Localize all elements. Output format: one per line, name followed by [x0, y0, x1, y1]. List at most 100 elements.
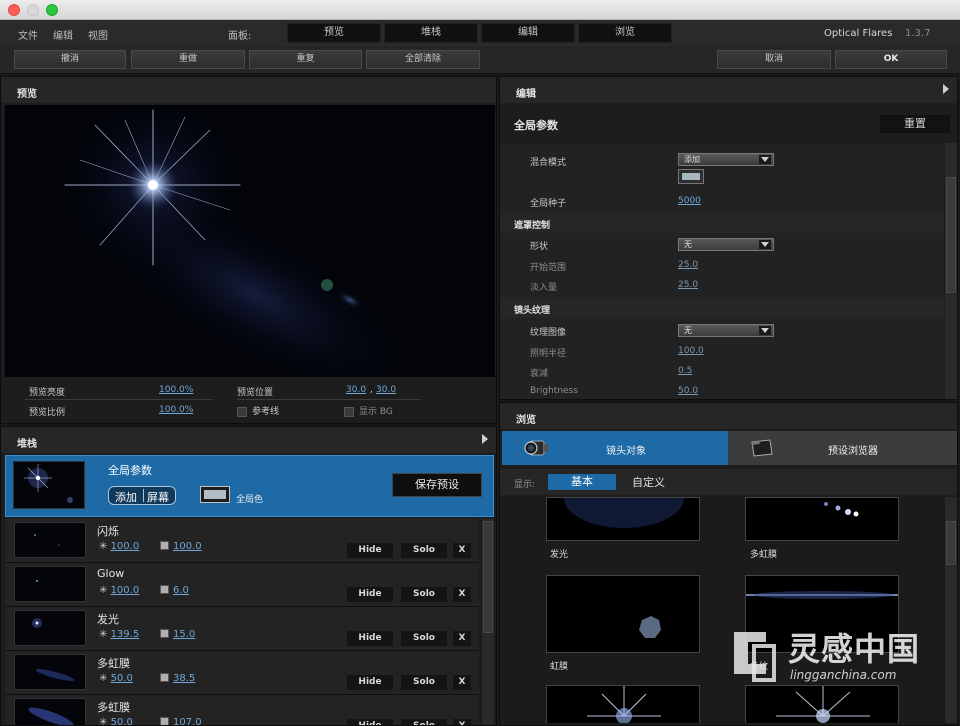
stack-row[interactable]: 发光 ✳ 139.5 15.0 Hide Solo X [5, 607, 479, 651]
remove-button[interactable]: X [453, 719, 471, 725]
mode-add-option[interactable]: 添加 [115, 489, 137, 505]
global-seed-value[interactable]: 5000 [678, 196, 701, 206]
lens-object-glow[interactable] [546, 497, 700, 541]
clear-all-button[interactable]: 全部清除 [366, 50, 480, 69]
guides-checkbox[interactable] [237, 406, 247, 417]
lens-object-streak[interactable] [745, 575, 899, 653]
tab-preset-browser[interactable]: 预设浏览器 [728, 431, 957, 465]
menu-view[interactable]: 视图 [88, 27, 108, 42]
edit-panel-expand-icon[interactable] [943, 84, 949, 94]
remove-button[interactable]: X [453, 587, 471, 602]
ok-button[interactable]: OK [835, 50, 947, 69]
light-radius-value[interactable]: 100.0 [678, 346, 704, 356]
start-range-value[interactable]: 25.0 [678, 260, 698, 270]
stack-row-scale[interactable]: 6.0 [160, 585, 189, 596]
solo-button[interactable]: Solo [401, 719, 447, 725]
preview-brightness-value[interactable]: 100.0% [159, 385, 193, 395]
hide-button[interactable]: Hide [347, 543, 393, 558]
solo-button[interactable]: Solo [401, 675, 447, 690]
stack-row-scale[interactable]: 100.0 [160, 541, 202, 552]
undo-button[interactable]: 撤消 [14, 50, 126, 69]
lens-object-star[interactable] [546, 685, 700, 723]
stack-row[interactable]: 闪烁 ✳ 100.0 100.0 Hide Solo X [5, 519, 479, 563]
stack-row-brightness[interactable]: ✳ 100.0 [99, 541, 139, 552]
preview-scale-value[interactable]: 100.0% [159, 405, 193, 415]
stack-panel-expand-icon[interactable] [482, 434, 488, 444]
texture-image-dropdown[interactable]: 无 [678, 324, 774, 337]
preview-position-x[interactable]: 30.0 [346, 385, 366, 395]
close-window-button[interactable] [8, 4, 20, 16]
filter-basic[interactable]: 基本 [548, 474, 616, 490]
fade-value[interactable]: 25.0 [678, 280, 698, 290]
preview-position-y[interactable]: 30.0 [376, 385, 396, 395]
remove-button[interactable]: X [453, 631, 471, 646]
stack-row-thumbnail [14, 654, 86, 690]
lens-object-multi-iris[interactable] [745, 497, 899, 541]
global-params-thumbnail [13, 461, 85, 509]
stack-row-brightness[interactable]: ✳ 50.0 [99, 717, 133, 725]
scale-icon [160, 673, 169, 682]
stack-row-brightness[interactable]: ✳ 139.5 [99, 629, 139, 640]
repeat-button[interactable]: 重复 [249, 50, 362, 69]
shape-value: 无 [684, 240, 692, 249]
mode-screen-option[interactable]: 屏幕 [147, 489, 169, 505]
global-color-swatch[interactable] [200, 486, 230, 503]
hide-button[interactable]: Hide [347, 631, 393, 646]
menu-edit[interactable]: 编辑 [53, 27, 73, 42]
hide-button[interactable]: Hide [347, 587, 393, 602]
save-preset-button[interactable]: 保存预设 [392, 473, 482, 497]
browse-scrollbar-thumb[interactable] [946, 521, 956, 565]
scale-icon [160, 629, 169, 638]
zoom-window-button[interactable] [46, 4, 58, 16]
brightness-value[interactable]: 50.0 [678, 386, 698, 396]
stack-row[interactable]: Glow ✳ 100.0 6.0 Hide Solo X [5, 563, 479, 607]
blend-mode-dropdown[interactable]: 添加 [678, 153, 774, 166]
stack-row-scale[interactable]: 107.0 [160, 717, 202, 725]
panel-button-edit[interactable]: 编辑 [481, 23, 575, 43]
stack-row-scale[interactable]: 38.5 [160, 673, 195, 684]
solo-button[interactable]: Solo [401, 587, 447, 602]
show-bg-toggle[interactable]: 显示 BG [344, 404, 393, 417]
stack-row-brightness[interactable]: ✳ 100.0 [99, 585, 139, 596]
shape-dropdown[interactable]: 无 [678, 238, 774, 251]
cancel-button[interactable]: 取消 [717, 50, 831, 69]
blend-mode-toggle[interactable]: 添加 屏幕 [108, 486, 176, 505]
menu-file[interactable]: 文件 [18, 27, 38, 42]
panel-button-browse[interactable]: 浏览 [578, 23, 672, 43]
hide-button[interactable]: Hide [347, 719, 393, 725]
edit-scrollbar-thumb[interactable] [946, 177, 956, 293]
stack-scrollbar-thumb[interactable] [483, 521, 493, 633]
edit-scrollbar[interactable] [945, 143, 957, 399]
stack-row-brightness[interactable]: ✳ 50.0 [99, 673, 133, 684]
falloff-value[interactable]: 0.5 [678, 366, 692, 376]
reset-button[interactable]: 重置 [880, 115, 950, 133]
solo-button[interactable]: Solo [401, 631, 447, 646]
stack-scrollbar[interactable] [482, 519, 494, 725]
preview-canvas[interactable] [5, 105, 495, 377]
panel-button-stack[interactable]: 堆栈 [384, 23, 478, 43]
stack-row[interactable]: 多虹膜 ✳ 50.0 107.0 Hide Solo X [5, 695, 479, 725]
remove-button[interactable]: X [453, 675, 471, 690]
minimize-window-button[interactable] [27, 4, 39, 16]
remove-button[interactable]: X [453, 543, 471, 558]
browse-scrollbar[interactable] [945, 497, 957, 723]
chevron-down-icon [759, 155, 771, 164]
shape-label: 形状 [530, 242, 549, 252]
filter-custom[interactable]: 自定义 [632, 474, 665, 490]
solo-button[interactable]: Solo [401, 543, 447, 558]
lens-object-star-2[interactable] [745, 685, 899, 723]
stack-row-scale[interactable]: 15.0 [160, 629, 195, 640]
blend-color-swatch[interactable] [678, 169, 704, 184]
stack-row[interactable]: 多虹膜 ✳ 50.0 38.5 Hide Solo X [5, 651, 479, 695]
global-params-item[interactable]: 全局参数 添加 屏幕 全局色 保存预设 [5, 455, 494, 517]
lens-object-iris[interactable] [546, 575, 700, 653]
stack-panel: 堆栈 全局参数 添加 屏幕 全局色 保存预设 闪烁 ✳ 100.0 100.0 … [0, 426, 497, 726]
lens-object-caption: 多虹膜 [750, 550, 778, 560]
redo-button[interactable]: 重做 [131, 50, 245, 69]
guides-toggle[interactable]: 参考线 [237, 404, 279, 417]
brightness-label: Brightness [530, 386, 578, 396]
hide-button[interactable]: Hide [347, 675, 393, 690]
show-bg-checkbox[interactable] [344, 406, 354, 417]
tab-lens-objects[interactable]: 镜头对象 [502, 431, 728, 465]
panel-button-preview[interactable]: 预览 [287, 23, 381, 43]
